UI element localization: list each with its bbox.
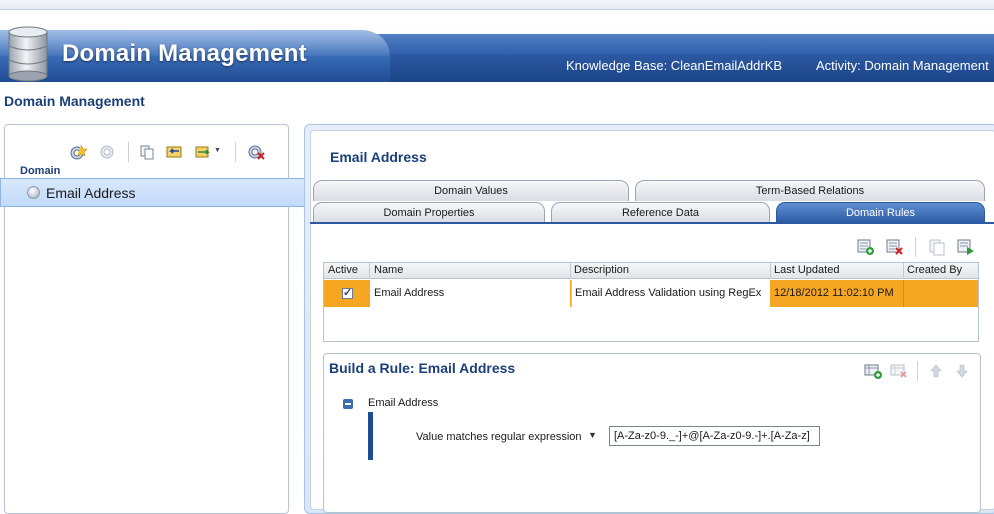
create-domain-icon[interactable] (69, 143, 87, 161)
copy-rule-icon[interactable] (928, 238, 946, 256)
tab-term-based-relations[interactable]: Term-Based Relations (635, 180, 985, 201)
collapse-clause-icon[interactable] (343, 399, 353, 409)
rule-last-updated-cell: 12/18/2012 11:02:10 PM (774, 287, 894, 299)
toolbar-separator (235, 142, 236, 162)
tab-reference-data[interactable]: Reference Data (551, 202, 770, 223)
delete-clause-icon[interactable] (890, 362, 908, 380)
import-domain-icon[interactable] (165, 143, 183, 161)
create-composite-domain-icon[interactable] (98, 143, 116, 161)
toolbar-separator (915, 237, 916, 257)
column-separator (903, 263, 904, 279)
add-clause-icon[interactable] (864, 362, 882, 380)
tab-domain-rules[interactable]: Domain Rules (776, 202, 985, 223)
column-separator (770, 263, 771, 279)
domain-list-item-label: Email Address (46, 185, 136, 201)
column-separator (570, 263, 571, 279)
copy-domain-icon[interactable] (138, 143, 156, 161)
rule-name-cell[interactable]: Email Address (370, 280, 570, 307)
domain-detail-title: Email Address (330, 149, 427, 165)
delete-domain-icon[interactable] (247, 143, 265, 161)
page-title: Domain Management (4, 93, 145, 109)
activity-label: Activity: Domain Management (816, 58, 989, 73)
add-rule-icon[interactable] (857, 238, 875, 256)
move-down-icon[interactable] (953, 362, 971, 380)
column-header-description[interactable]: Description (574, 264, 629, 276)
domain-column-heading: Domain (20, 165, 61, 177)
window-top-strip (0, 0, 994, 10)
condition-operator[interactable]: Value matches regular expression (416, 431, 582, 443)
clause-name: Email Address (368, 397, 439, 409)
build-rule-title: Build a Rule: Email Address (329, 360, 516, 376)
database-icon (8, 26, 48, 82)
rules-grid-header (324, 263, 978, 279)
tab-strip-baseline (310, 222, 994, 224)
tab-domain-properties[interactable]: Domain Properties (313, 202, 545, 223)
toolbar-separator (917, 361, 918, 381)
run-rule-icon[interactable] (957, 238, 975, 256)
delete-rule-icon[interactable] (886, 238, 904, 256)
move-up-icon[interactable] (927, 362, 945, 380)
column-header-name[interactable]: Name (374, 264, 403, 276)
app-title: Domain Management (62, 40, 307, 67)
export-dropdown-arrow-icon[interactable]: ▼ (214, 147, 221, 154)
tab-domain-values[interactable]: Domain Values (313, 180, 629, 201)
column-separator (369, 263, 370, 279)
rule-active-checkbox[interactable] (342, 286, 353, 299)
column-header-last-updated[interactable]: Last Updated (774, 264, 839, 276)
column-separator (903, 280, 904, 307)
export-domain-icon[interactable] (194, 143, 212, 161)
column-header-created-by[interactable]: Created By (907, 264, 962, 276)
toolbar-separator (128, 142, 129, 162)
condition-dropdown-arrow-icon[interactable]: ▼ (588, 430, 597, 440)
clause-group-bar (368, 412, 373, 460)
regex-value-input[interactable]: [A-Za-z0-9._-]+@[A-Za-z0-9.-]+.[A-Za-z] (609, 426, 820, 446)
rule-created-by-cell (907, 280, 977, 307)
column-header-active[interactable]: Active (328, 264, 358, 276)
domain-icon (27, 186, 40, 199)
rule-description-cell[interactable]: Email Address Validation using RegEx (571, 280, 770, 307)
knowledge-base-label: Knowledge Base: CleanEmailAddrKB (566, 58, 783, 73)
header-banner: Domain Management Knowledge Base: CleanE… (0, 10, 994, 82)
